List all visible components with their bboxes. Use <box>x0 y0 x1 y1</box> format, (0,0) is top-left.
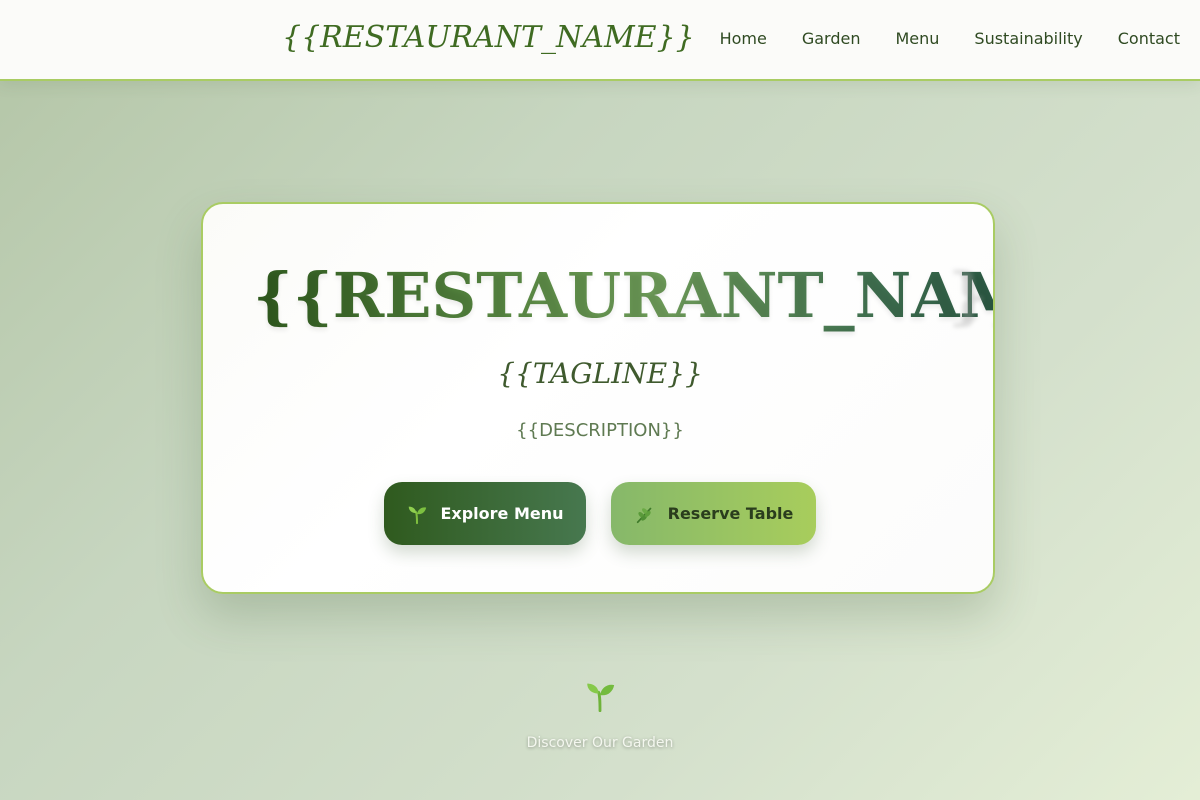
nav-home-link[interactable]: Home <box>720 28 767 50</box>
logo[interactable]: {{RESTAURANT_NAME}} <box>282 18 695 58</box>
hero-tagline: {{TAGLINE}} <box>497 357 703 390</box>
discover-garden-link[interactable]: Discover Our Garden <box>0 734 1200 752</box>
hero-card: {{RESTAURANT_NAME }} {{TAGLINE}} {{DESCR… <box>201 202 995 594</box>
scroll-hint[interactable]: Discover Our Garden <box>0 678 1200 752</box>
hero-description: {{DESCRIPTION}} <box>516 420 684 441</box>
seedling-icon <box>583 678 617 712</box>
reserve-table-button[interactable]: Reserve Table <box>611 482 816 545</box>
site-header: {{RESTAURANT_NAME}} Home Garden Menu Sus… <box>0 0 1200 81</box>
nav-sustainability-link[interactable]: Sustainability <box>974 28 1082 50</box>
nav-menu-link[interactable]: Menu <box>895 28 939 50</box>
main-nav: Home Garden Menu Sustainability Contact <box>720 28 1180 50</box>
hero-title: {{RESTAURANT_NAME <box>253 256 993 336</box>
hero-title-faded-end: }} <box>948 259 993 332</box>
explore-menu-button[interactable]: Explore Menu <box>384 482 586 545</box>
herb-icon <box>634 503 656 525</box>
nav-contact-link[interactable]: Contact <box>1118 28 1180 50</box>
nav-garden-link[interactable]: Garden <box>802 28 861 50</box>
seedling-icon <box>406 503 428 525</box>
reserve-table-label: Reserve Table <box>667 504 794 523</box>
explore-menu-label: Explore Menu <box>440 504 564 523</box>
